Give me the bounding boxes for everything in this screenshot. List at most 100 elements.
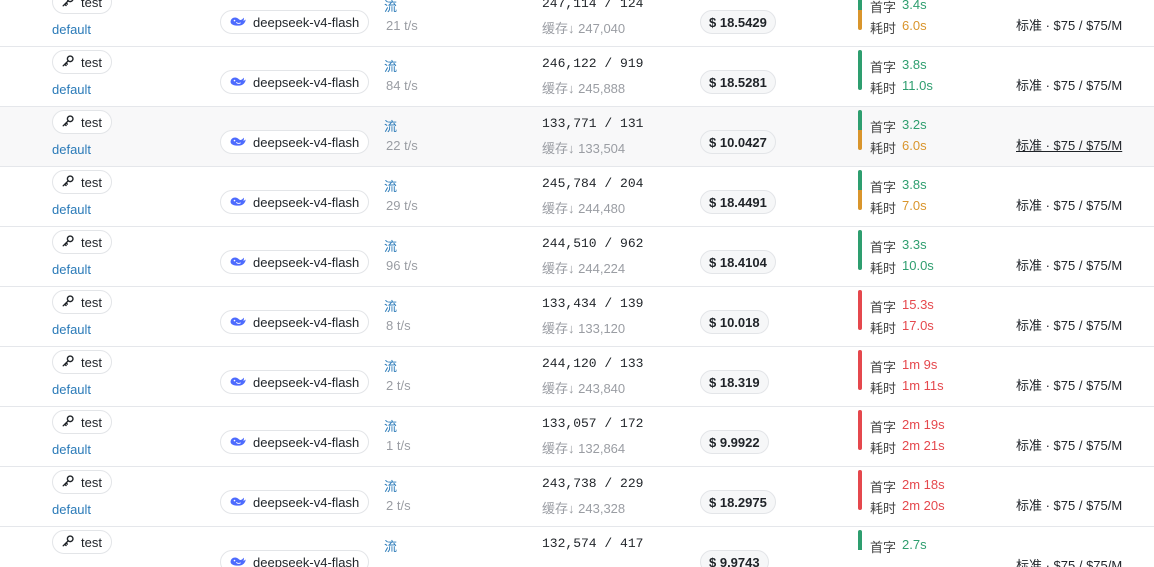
price-info[interactable]: 标准 · $75 / $75/M: [1016, 15, 1122, 34]
price-info[interactable]: 标准 · $75 / $75/M: [1016, 75, 1122, 94]
tokens-per-second: 1 t/s: [386, 438, 411, 453]
group-link[interactable]: default: [52, 322, 91, 337]
first-token-bar: [858, 350, 862, 370]
token-tag[interactable]: test: [52, 350, 112, 374]
token-count: 244,510 / 962: [542, 236, 644, 251]
price-info[interactable]: 标准 · $75 / $75/M: [1016, 435, 1122, 454]
key-icon: [61, 474, 75, 491]
cost-badge: $ 9.9743: [700, 550, 769, 567]
token-tag[interactable]: test: [52, 0, 112, 14]
deepseek-logo-icon: [229, 314, 247, 331]
group-link[interactable]: default: [52, 202, 91, 217]
model-tag[interactable]: deepseek-v4-flash: [220, 310, 370, 334]
price-info[interactable]: 标准 · $75 / $75/M: [1016, 195, 1122, 214]
cache-prefix: 缓存↓: [542, 141, 575, 156]
group-link[interactable]: default: [52, 382, 91, 397]
token-name: test: [81, 114, 102, 130]
table-row[interactable]: test default deepseek-v4-flash 流 2 t/s 2…: [0, 467, 1154, 527]
deepseek-logo-icon: [229, 434, 247, 451]
cache-tokens: 缓存↓ 244,224: [542, 258, 625, 277]
table-row[interactable]: test default deepseek-v4-flash 流 1 t/s 1…: [0, 407, 1154, 467]
duration-value: 2m 20s: [902, 498, 945, 513]
first-token-label: 首字: [870, 240, 897, 255]
first-token-value: 1m 9s: [902, 357, 938, 372]
key-icon: [61, 414, 75, 431]
cost-badge: $ 18.5281: [700, 70, 776, 94]
duration-value: 6.0s: [902, 138, 927, 153]
table-row[interactable]: test default deepseek-v4-flash 流 84 t/s …: [0, 47, 1154, 107]
first-token-bar: [858, 230, 862, 250]
duration-label: 耗时: [870, 381, 897, 396]
duration-label: 耗时: [870, 201, 897, 216]
group-link[interactable]: default: [52, 82, 91, 97]
cost-badge: $ 18.5429: [700, 10, 776, 34]
first-token-bar: [858, 410, 862, 430]
duration-bar: [858, 370, 862, 390]
model-tag[interactable]: deepseek-v4-flash: [220, 490, 370, 514]
duration-label: 耗时: [870, 21, 897, 36]
token-tag[interactable]: test: [52, 470, 112, 494]
duration-value: 17.0s: [902, 318, 934, 333]
model-tag[interactable]: deepseek-v4-flash: [220, 370, 370, 394]
group-link[interactable]: default: [52, 262, 91, 277]
first-token-label: 首字: [870, 420, 897, 435]
model-name: deepseek-v4-flash: [253, 14, 360, 30]
stream-badge: 流: [384, 479, 398, 494]
price-info[interactable]: 标准 · $75 / $75/M: [1016, 375, 1122, 394]
model-tag[interactable]: deepseek-v4-flash: [220, 430, 370, 454]
cost-badge: $ 18.4491: [700, 190, 776, 214]
duration-value: 6.0s: [902, 18, 927, 33]
cache-tokens: 缓存↓ 133,120: [542, 318, 625, 337]
model-tag[interactable]: deepseek-v4-flash: [220, 250, 370, 274]
cost-badge: $ 18.2975: [700, 490, 776, 514]
group-link[interactable]: default: [52, 142, 91, 157]
model-tag[interactable]: deepseek-v4-flash: [220, 130, 370, 154]
model-name: deepseek-v4-flash: [253, 254, 360, 270]
duration-bar: [858, 10, 862, 30]
price-info[interactable]: 标准 · $75 / $75/M: [1016, 495, 1122, 514]
group-link[interactable]: default: [52, 502, 91, 517]
stream-badge: 流: [384, 359, 398, 374]
key-icon: [61, 234, 75, 251]
table-row[interactable]: test default deepseek-v4-flash 流 8 t/s 1…: [0, 287, 1154, 347]
price-info[interactable]: 标准 · $75 / $75/M: [1016, 555, 1122, 567]
table-row[interactable]: test default deepseek-v4-flash 流 96 t/s …: [0, 227, 1154, 287]
group-link[interactable]: default: [52, 442, 91, 457]
table-row[interactable]: test deepseek-v4-flash 流 132,574 / 417 $…: [0, 527, 1154, 567]
price-info[interactable]: 标准 · $75 / $75/M: [1016, 315, 1122, 334]
first-token-value: 3.4s: [902, 0, 927, 12]
token-name: test: [81, 474, 102, 490]
key-icon: [61, 294, 75, 311]
price-info[interactable]: 标准 · $75 / $75/M: [1016, 135, 1122, 154]
token-tag[interactable]: test: [52, 530, 112, 554]
token-tag[interactable]: test: [52, 50, 112, 74]
cache-prefix: 缓存↓: [542, 21, 575, 36]
model-tag[interactable]: deepseek-v4-flash: [220, 190, 370, 214]
group-link[interactable]: default: [52, 22, 91, 37]
model-name: deepseek-v4-flash: [253, 494, 360, 510]
table-row[interactable]: test default deepseek-v4-flash 流 2 t/s 2…: [0, 347, 1154, 407]
model-tag[interactable]: deepseek-v4-flash: [220, 70, 370, 94]
first-token-value: 3.3s: [902, 237, 927, 252]
cache-tokens: 缓存↓ 133,504: [542, 138, 625, 157]
stream-badge: 流: [384, 0, 398, 14]
model-tag[interactable]: deepseek-v4-flash: [220, 550, 370, 567]
model-name: deepseek-v4-flash: [253, 134, 360, 150]
table-row[interactable]: test default deepseek-v4-flash 流 22 t/s …: [0, 107, 1154, 167]
token-tag[interactable]: test: [52, 110, 112, 134]
table-row[interactable]: test default deepseek-v4-flash 流 21 t/s …: [0, 0, 1154, 47]
table-row[interactable]: test default deepseek-v4-flash 流 29 t/s …: [0, 167, 1154, 227]
model-tag[interactable]: deepseek-v4-flash: [220, 10, 370, 34]
token-count: 244,120 / 133: [542, 356, 644, 371]
deepseek-logo-icon: [229, 554, 247, 567]
model-name: deepseek-v4-flash: [253, 314, 360, 330]
cache-value: 243,328: [578, 501, 626, 516]
token-tag[interactable]: test: [52, 170, 112, 194]
token-tag[interactable]: test: [52, 410, 112, 434]
token-name: test: [81, 54, 102, 70]
token-tag[interactable]: test: [52, 230, 112, 254]
duration-value: 7.0s: [902, 198, 927, 213]
token-tag[interactable]: test: [52, 290, 112, 314]
tokens-per-second: 96 t/s: [386, 258, 418, 273]
price-info[interactable]: 标准 · $75 / $75/M: [1016, 255, 1122, 274]
